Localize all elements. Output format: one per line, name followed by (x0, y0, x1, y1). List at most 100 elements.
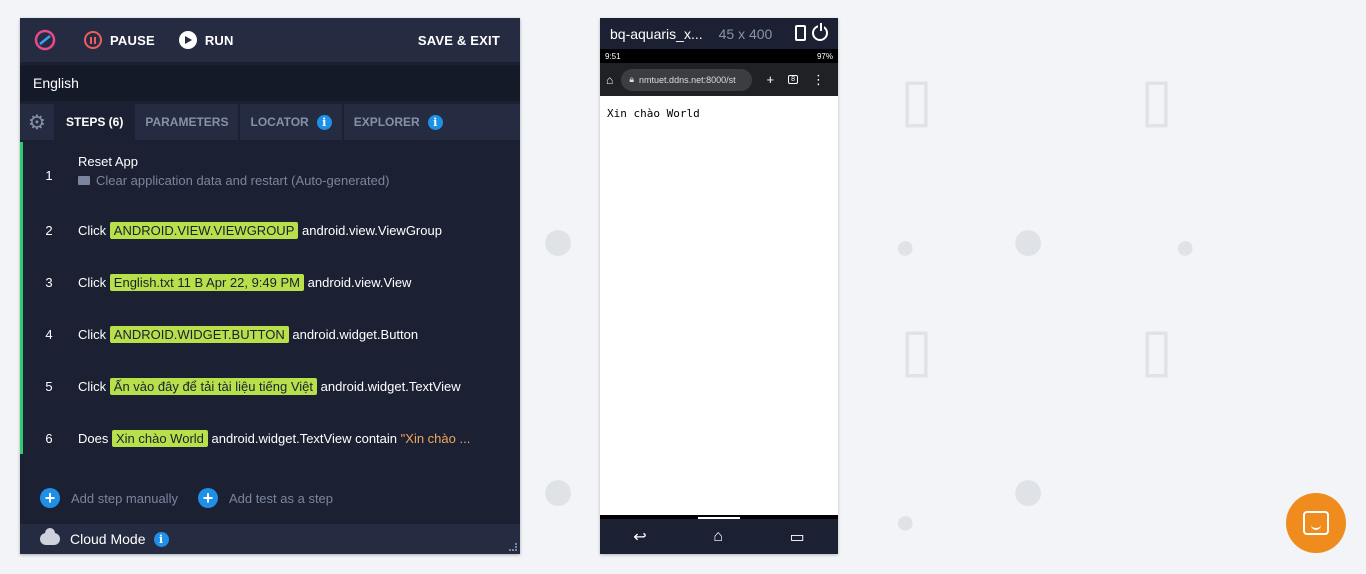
apple-icon: ● (895, 228, 916, 266)
step-target: android.view.View (307, 274, 412, 290)
url-bar[interactable]: 🔒︎ nmtuet.ddns.net:8000/st (621, 68, 752, 91)
test-name[interactable]: English (20, 65, 520, 101)
apple-icon: ● (1010, 456, 1047, 523)
recents-icon[interactable]: ▭ (790, 527, 805, 547)
step-target: android.widget.TextView (320, 378, 461, 394)
pause-button[interactable]: PAUSE (84, 31, 155, 49)
element-highlight[interactable]: ANDROID.WIDGET.BUTTON (109, 325, 289, 343)
tab-label: STEPS (6) (66, 115, 124, 129)
step-target: android.widget.Button (292, 326, 419, 342)
tab-parameters[interactable]: PARAMETERS (135, 104, 241, 140)
url-text: nmtuet.ddns.net:8000/st (639, 74, 736, 85)
apple-icon: ● (1010, 206, 1047, 273)
step-number: 1 (45, 168, 53, 183)
add-step-label: Add step manually (71, 490, 178, 506)
element-highlight[interactable]: Xin chào World (111, 429, 208, 447)
step-target: android.widget.TextView contain (211, 430, 398, 446)
chat-launcher-button[interactable] (1286, 493, 1346, 553)
home-icon[interactable]: ⌂ (606, 73, 613, 87)
plus-icon: + (197, 488, 218, 508)
tab-label: LOCATOR (250, 115, 309, 129)
play-icon (178, 31, 197, 49)
app-logo-icon (34, 29, 56, 51)
plus-icon: + (40, 488, 60, 508)
web-content: Xin chào World (600, 96, 838, 515)
device-resolution: 45 x 400 (718, 25, 773, 42)
apple-icon: ● (540, 206, 577, 273)
cloud-icon (40, 528, 60, 545)
power-icon[interactable] (812, 23, 828, 41)
step-action: Click (78, 378, 107, 394)
step-row[interactable]: 1 Reset App Clear application data and r… (20, 146, 520, 204)
step-row[interactable]: 5 Click Ấn vào đây để tải tài liệu tiếng… (20, 360, 520, 412)
info-icon[interactable]: i (427, 114, 443, 130)
status-right: 97% (816, 51, 833, 61)
pause-icon (84, 31, 102, 49)
device-name: bq-aquaris_x... (610, 25, 703, 42)
home-nav-icon[interactable]: ⌂ (713, 528, 723, 546)
element-highlight[interactable]: Ấn vào đây để tải tài liệu tiếng Việt (109, 377, 318, 395)
device-viewer: bq-aquaris_x... 45 x 400 9:51 97% ⌂ 🔒︎ n… (600, 18, 838, 554)
element-highlight[interactable]: ANDROID.VIEW.VIEWGROUP (109, 221, 299, 239)
resize-handle-icon[interactable] (509, 543, 517, 551)
device-header: bq-aquaris_x... 45 x 400 (600, 18, 838, 49)
browser-toolbar: ⌂ 🔒︎ nmtuet.ddns.net:8000/st + 8 ⋮ (600, 63, 838, 96)
step-row[interactable]: 3 Click English.txt 11 B Apr 22, 9:49 PM… (20, 256, 520, 308)
page-text[interactable]: Xin chào World (607, 107, 700, 120)
step-action: Click (78, 274, 107, 290)
step-action: Click (78, 222, 107, 238)
lock-icon: 🔒︎ (629, 74, 635, 84)
tabs-icon[interactable]: 8 (788, 75, 798, 84)
phone-outline-icon: ▯ (1140, 316, 1174, 383)
step-target: android.view.ViewGroup (302, 222, 442, 238)
android-nav-bar: ↩ ⌂ ▭ (600, 517, 838, 554)
apple-icon: ● (1175, 228, 1196, 266)
plus-tab-icon[interactable]: + (767, 72, 775, 87)
rotate-icon[interactable] (795, 25, 806, 41)
tab-label: PARAMETERS (145, 115, 229, 129)
tab-steps[interactable]: STEPS (6) (56, 104, 136, 140)
phone-outline-icon: ▯ (900, 66, 934, 133)
menu-icon[interactable]: ⋮ (812, 72, 825, 88)
info-icon[interactable]: i (316, 114, 332, 130)
tab-bar: ⚙ STEPS (6) PARAMETERS LOCATOR i EXPLORER… (20, 104, 520, 140)
chat-icon (1303, 511, 1329, 535)
step-number: 5 (45, 378, 53, 394)
cloud-mode-bar: Cloud Mode i (20, 524, 520, 554)
cloud-mode-label: Cloud Mode (70, 531, 146, 547)
tab-label: EXPLORER (353, 115, 420, 129)
step-action: Does (78, 430, 109, 446)
android-status-bar: 9:51 97% (600, 49, 838, 63)
comment-icon (78, 176, 90, 185)
recorder-panel: PAUSE RUN SAVE & EXIT English ⚙ STEPS (6… (20, 18, 520, 554)
gear-icon: ⚙ (28, 111, 46, 134)
run-label: RUN (204, 32, 234, 48)
run-button[interactable]: RUN (178, 31, 234, 49)
add-step-manually-button[interactable]: + Add step manually (40, 488, 178, 508)
steps-list: 1 Reset App Clear application data and r… (20, 142, 520, 464)
add-test-as-step-button[interactable]: + Add test as a step (197, 488, 334, 508)
phone-outline-icon: ▯ (900, 316, 934, 383)
add-test-label: Add test as a step (228, 490, 334, 506)
step-row[interactable]: 6 Does Xin chào World android.widget.Tex… (20, 412, 520, 464)
info-icon[interactable]: i (153, 531, 169, 547)
settings-tab[interactable]: ⚙ (20, 104, 56, 140)
recorder-toolbar: PAUSE RUN SAVE & EXIT (20, 18, 520, 62)
element-highlight[interactable]: English.txt 11 B Apr 22, 9:49 PM (109, 273, 304, 291)
pause-label: PAUSE (110, 32, 155, 48)
add-actions: + Add step manually + Add test as a step (40, 488, 353, 508)
step-number: 2 (45, 222, 53, 238)
apple-icon: ● (895, 503, 916, 541)
step-value: "Xin chào ... (400, 430, 471, 446)
step-number: 3 (45, 274, 53, 290)
step-number: 6 (45, 430, 53, 446)
back-icon[interactable]: ↩ (633, 527, 646, 547)
step-row[interactable]: 4 Click ANDROID.WIDGET.BUTTON android.wi… (20, 308, 520, 360)
save-exit-button[interactable]: SAVE & EXIT (418, 33, 500, 48)
tab-explorer[interactable]: EXPLORER i (344, 104, 453, 140)
tab-locator[interactable]: LOCATOR i (240, 104, 344, 140)
step-number: 4 (45, 326, 53, 342)
step-row[interactable]: 2 Click ANDROID.VIEW.VIEWGROUP android.v… (20, 204, 520, 256)
status-time: 9:51 (605, 51, 621, 61)
apple-icon: ● (540, 456, 577, 523)
